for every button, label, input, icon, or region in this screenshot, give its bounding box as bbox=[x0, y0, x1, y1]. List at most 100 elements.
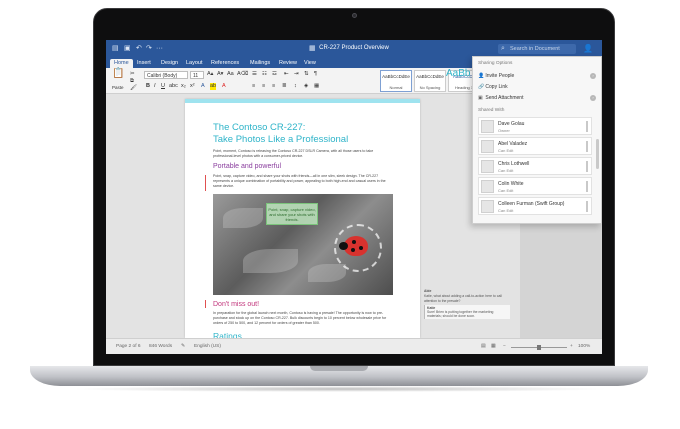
heading-portable: Portable and powerful bbox=[213, 163, 282, 170]
chevron-right-icon: › bbox=[590, 95, 596, 101]
multilevel-list-icon[interactable]: ☲ bbox=[272, 71, 277, 78]
person-permission: Can Edit bbox=[498, 148, 514, 153]
person-name: Chris Lothwell bbox=[498, 161, 530, 167]
borders-icon[interactable]: ▦ bbox=[314, 83, 319, 90]
tab-view[interactable]: View bbox=[300, 59, 320, 68]
send-attachment-option[interactable]: ▣ Send Attachment › bbox=[478, 93, 596, 103]
change-marker bbox=[205, 175, 206, 191]
align-center-icon[interactable]: ≡ bbox=[262, 83, 265, 90]
print-layout-icon[interactable]: ▤ bbox=[481, 344, 486, 349]
style-title-preview[interactable]: AaBb bbox=[446, 69, 470, 79]
doc-title-line2: Take Photos Like a Professional bbox=[213, 134, 349, 145]
tab-insert[interactable]: Insert bbox=[133, 59, 155, 68]
leaf-shape bbox=[243, 249, 298, 273]
portable-text: Point, snap, capture video, and share yo… bbox=[213, 174, 386, 188]
strikethrough-button[interactable]: abc bbox=[169, 83, 178, 90]
person-name: Colin White bbox=[498, 181, 524, 187]
style-normal[interactable]: AaBbCcDdEe Normal bbox=[380, 70, 412, 92]
person-permission: Can Edit bbox=[498, 208, 514, 213]
cut-icon[interactable]: ✂ bbox=[130, 71, 135, 78]
shared-person[interactable]: Colin White Can Edit bbox=[478, 177, 592, 195]
chevron-right-icon: › bbox=[590, 73, 596, 79]
permission-indicator bbox=[586, 201, 588, 212]
grow-font-icon[interactable]: A▴ bbox=[207, 71, 213, 78]
shared-person[interactable]: Chris Lothwell Can Edit bbox=[478, 157, 592, 175]
align-left-icon[interactable]: ≡ bbox=[252, 83, 255, 90]
avatar bbox=[481, 200, 494, 213]
change-case-icon[interactable]: Aa bbox=[227, 71, 234, 78]
person-name: Colleen Furman (Swift Group) bbox=[498, 201, 565, 207]
tab-references[interactable]: References bbox=[207, 59, 243, 68]
zoom-slider-thumb[interactable] bbox=[537, 345, 541, 350]
ladybug-spot bbox=[359, 246, 363, 250]
tab-design[interactable]: Design bbox=[157, 59, 182, 68]
person-name: Abel Valadez bbox=[498, 141, 528, 147]
proofing-icon[interactable]: ✎ bbox=[181, 344, 185, 349]
copy-link-option[interactable]: 🔗 Copy Link bbox=[478, 82, 596, 92]
language-label[interactable]: English (US) bbox=[194, 344, 221, 349]
numbering-icon[interactable]: ☷ bbox=[262, 71, 267, 78]
shading-icon[interactable]: ◈ bbox=[304, 83, 308, 90]
decrease-indent-icon[interactable]: ⇤ bbox=[284, 71, 289, 78]
copy-icon[interactable]: ⧉ bbox=[130, 78, 134, 85]
sort-icon[interactable]: ⇅ bbox=[304, 71, 309, 78]
search-input[interactable]: ⌕ Search in Document bbox=[498, 44, 576, 54]
dont-miss-text: In preparation for the global launch nex… bbox=[213, 311, 387, 325]
font-size-field[interactable]: 11 bbox=[190, 71, 204, 79]
word-count[interactable]: 846 Words bbox=[149, 344, 172, 349]
show-marks-icon[interactable]: ¶ bbox=[314, 71, 317, 78]
underline-button[interactable]: U bbox=[161, 83, 165, 90]
shrink-font-icon[interactable]: A▾ bbox=[217, 71, 223, 78]
comment-author: Abie bbox=[424, 289, 432, 293]
highlight-icon[interactable]: ab bbox=[210, 83, 217, 90]
tab-layout[interactable]: Layout bbox=[182, 59, 207, 68]
shared-person[interactable]: Dave Golau Owner bbox=[478, 117, 592, 135]
text-effects-icon[interactable]: A bbox=[201, 83, 205, 90]
ladybug-icon bbox=[339, 236, 368, 256]
zoom-in-icon[interactable]: + bbox=[570, 344, 573, 349]
subscript-button[interactable]: x₂ bbox=[181, 83, 186, 90]
increase-indent-icon[interactable]: ⇥ bbox=[294, 71, 299, 78]
comment-text[interactable]: Katie, what about adding a call-to-actio… bbox=[424, 294, 512, 303]
bullets-icon[interactable]: ☰ bbox=[252, 71, 257, 78]
style-no-spacing[interactable]: AaBbCcDdEe No Spacing bbox=[414, 70, 446, 92]
popover-scrollbar[interactable] bbox=[596, 139, 599, 169]
permission-indicator bbox=[586, 121, 588, 132]
permission-indicator bbox=[586, 141, 588, 152]
zoom-level[interactable]: 100% bbox=[578, 344, 590, 349]
italic-button[interactable]: I bbox=[154, 83, 156, 90]
web-layout-icon[interactable]: ▦ bbox=[491, 344, 496, 349]
line-spacing-icon[interactable]: ↕ bbox=[294, 83, 297, 90]
tab-home[interactable]: Home bbox=[110, 59, 133, 68]
ladybug-photo[interactable]: Point, snap, capture video, and share yo… bbox=[213, 194, 393, 295]
bold-button[interactable]: B bbox=[146, 83, 150, 90]
font-name-field[interactable]: Calibri (Body) bbox=[144, 71, 188, 79]
page-count[interactable]: Page 2 of 6 bbox=[116, 344, 141, 349]
font-color-icon[interactable]: A bbox=[222, 83, 226, 90]
shared-person[interactable]: Abel Valadez Can Edit bbox=[478, 137, 592, 155]
permission-indicator bbox=[586, 181, 588, 192]
invite-people-option[interactable]: 👤 Invite People › bbox=[478, 71, 596, 81]
comment-reply[interactable]: Katie Sure! Brien is putting together th… bbox=[424, 305, 510, 319]
word-window: ▤ ▣ ↶ ↷ ··· ▦ CR-227 Product Overview ⌕ … bbox=[106, 40, 602, 354]
document-page[interactable]: The Contoso CR-227: Take Photos Like a P… bbox=[185, 99, 420, 341]
clear-formatting-icon[interactable]: A⌫ bbox=[237, 71, 248, 78]
avatar bbox=[481, 120, 494, 133]
share-icon[interactable]: 👤 bbox=[583, 44, 593, 53]
photo-callout: Point, snap, capture video, and share yo… bbox=[266, 203, 318, 225]
shared-person[interactable]: Colleen Furman (Swift Group) Can Edit bbox=[478, 197, 592, 215]
change-marker bbox=[205, 300, 206, 308]
share-popover: Sharing Options 👤 Invite People › 🔗 Copy… bbox=[472, 56, 602, 224]
leaf-shape bbox=[308, 264, 346, 282]
doc-intro: Point, moment, Contoso is releasing the … bbox=[213, 149, 374, 158]
tab-review[interactable]: Review bbox=[275, 59, 301, 68]
permission-indicator bbox=[586, 161, 588, 172]
paste-icon[interactable]: 📋 bbox=[112, 69, 124, 79]
format-painter-icon[interactable]: 🖌 bbox=[130, 85, 137, 92]
superscript-button[interactable]: x² bbox=[190, 83, 195, 90]
tab-mailings[interactable]: Mailings bbox=[246, 59, 274, 68]
person-permission: Owner bbox=[498, 128, 510, 133]
align-right-icon[interactable]: ≡ bbox=[272, 83, 275, 90]
zoom-out-icon[interactable]: − bbox=[503, 344, 506, 349]
justify-icon[interactable]: ≣ bbox=[282, 83, 287, 90]
